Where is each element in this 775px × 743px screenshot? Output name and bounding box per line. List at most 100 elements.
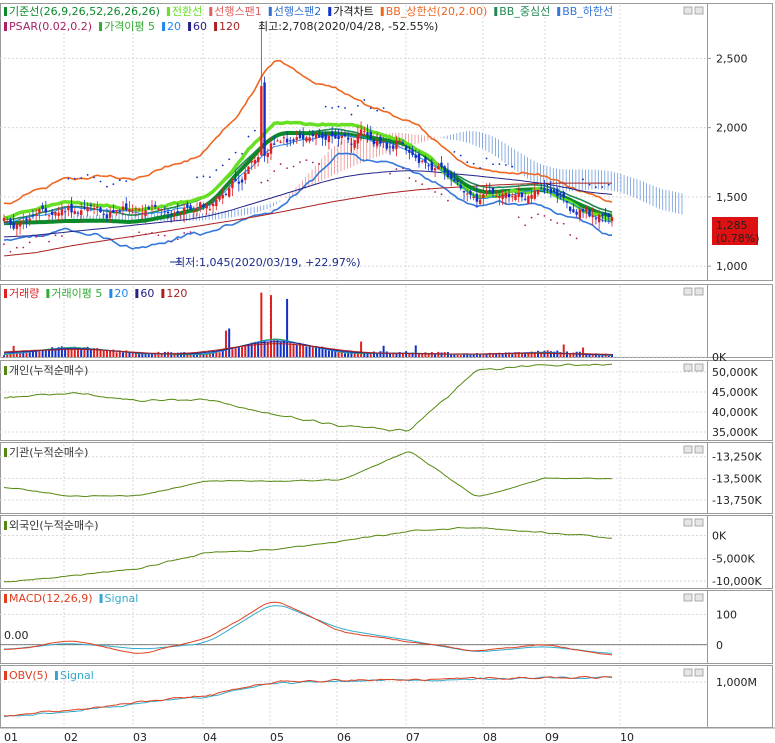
ma20-line <box>3 134 613 225</box>
candle-body <box>218 195 221 200</box>
candle-body <box>314 133 318 139</box>
candle-body <box>404 146 408 150</box>
volume-bar <box>286 298 289 357</box>
psar-dot <box>266 179 269 182</box>
legend-swatch <box>557 7 561 16</box>
psar-dot <box>459 154 462 157</box>
candle-body <box>507 193 511 198</box>
panel-maximize-button[interactable] <box>694 518 704 527</box>
panel-minimize-button[interactable] <box>683 593 693 602</box>
panel-minimize-button[interactable] <box>683 445 693 454</box>
panel-minimize-button[interactable] <box>683 668 693 677</box>
for-y-tick: -10,000K <box>712 575 762 588</box>
legend-swatch <box>54 671 58 680</box>
x-tick-03: 03 <box>133 731 147 743</box>
candle-body <box>244 172 247 180</box>
candle-body <box>25 218 28 221</box>
panel-minimize-button[interactable] <box>683 6 693 15</box>
volume-bar <box>122 352 125 357</box>
volume-bar <box>292 343 295 357</box>
panel-maximize-button[interactable] <box>694 287 704 296</box>
macd-zero-label: 0.00 <box>4 629 29 642</box>
candle-body <box>392 145 395 149</box>
candle-body <box>501 194 504 200</box>
legend-label: 외국인(누적순매수) <box>9 519 99 532</box>
panel-minimize-button[interactable] <box>683 363 693 372</box>
psar-dot <box>511 165 514 168</box>
psar-dot <box>125 180 128 182</box>
inst-y-tick: -13,750K <box>712 494 762 507</box>
candle-body <box>401 142 405 144</box>
candle-body <box>350 143 353 145</box>
candle-body <box>363 131 366 133</box>
legend-label: 선행스팬1 <box>214 5 261 18</box>
price-y-tick: 2,000 <box>716 122 748 135</box>
candle-body <box>57 212 60 216</box>
candle-body <box>86 207 89 212</box>
volume-bar <box>376 353 379 357</box>
candle-body <box>488 190 491 192</box>
panel-maximize-button[interactable] <box>694 593 704 602</box>
volume-bar <box>80 348 83 357</box>
volume-bar <box>343 353 346 357</box>
volume-bar <box>360 341 363 357</box>
psar-dot <box>337 105 340 108</box>
psar-dot <box>408 177 411 179</box>
candle-body <box>18 222 22 227</box>
volume-bar <box>105 350 108 357</box>
candle-body <box>67 207 70 211</box>
volume-bar <box>218 352 221 357</box>
legend-label: 120 <box>219 20 240 33</box>
volume-bar <box>35 350 38 357</box>
psar-dot <box>254 129 256 132</box>
volume-bar <box>337 351 340 357</box>
legend-swatch <box>162 22 166 31</box>
psar-dot <box>607 183 610 186</box>
candle-body <box>240 179 244 183</box>
panel-frame-obv <box>0 665 773 728</box>
candle-body <box>260 86 263 156</box>
candle-body <box>433 168 437 171</box>
volume-bar <box>260 292 263 357</box>
panel-minimize-button[interactable] <box>683 518 693 527</box>
legend-label: 기준선(26,9,26,52,26,26,26) <box>9 5 160 18</box>
panel-maximize-button[interactable] <box>694 6 704 15</box>
psar-dot <box>170 240 173 243</box>
legend-label: 개인(누적순매수) <box>9 364 88 377</box>
volume-bar <box>109 350 112 357</box>
candle-body <box>511 196 514 198</box>
candle-body <box>192 210 195 213</box>
psar-dot <box>61 235 63 237</box>
candle-body <box>44 208 48 213</box>
panel-maximize-button[interactable] <box>694 363 704 372</box>
volume-bar <box>15 353 18 357</box>
candle-body <box>546 188 549 190</box>
psar-dot <box>106 185 108 188</box>
legend-label: 가격차트 <box>333 5 373 18</box>
volume-bar <box>38 351 41 357</box>
panel-maximize-button[interactable] <box>694 668 704 677</box>
panel-minimize-button[interactable] <box>683 287 693 296</box>
psar-dot <box>440 193 443 196</box>
volume-bar <box>311 346 314 357</box>
legend-swatch <box>4 671 7 680</box>
candle-body <box>597 214 601 223</box>
psar-dot <box>299 161 301 164</box>
psar-dot <box>35 236 38 238</box>
psar-dot <box>582 178 584 181</box>
volume-bar <box>224 330 227 357</box>
candle-body <box>453 179 456 182</box>
candle-body <box>160 209 163 211</box>
volume-bar <box>417 354 420 357</box>
candle-body <box>195 208 199 210</box>
candle-body <box>295 137 298 140</box>
psar-dot <box>601 186 604 188</box>
candle-body <box>327 135 331 143</box>
legend-swatch <box>4 289 7 298</box>
candle-body <box>578 209 582 219</box>
for-y-tick: 0K <box>712 530 727 543</box>
candle-body <box>568 206 572 211</box>
candle-body <box>31 215 35 217</box>
psar-dot <box>80 177 83 179</box>
panel-maximize-button[interactable] <box>694 445 704 454</box>
